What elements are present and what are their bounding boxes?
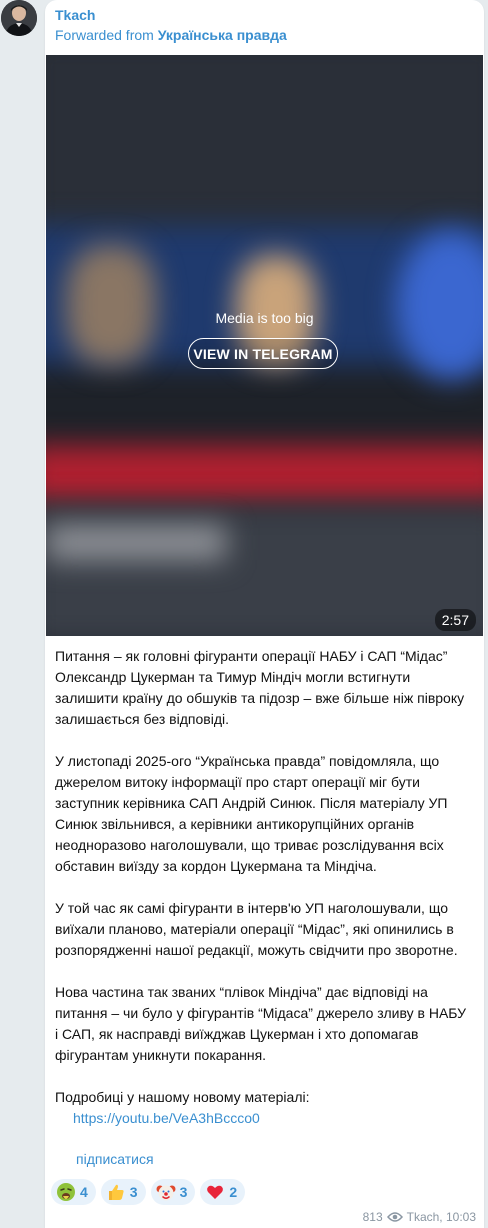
- blur-caption-box: [46, 525, 226, 560]
- link-line: https://youtu.be/VeA3hBccco0: [55, 1108, 473, 1129]
- video-duration: 2:57: [434, 609, 476, 631]
- eye-icon: [386, 1212, 403, 1222]
- red-heart-icon: [207, 1185, 224, 1199]
- paragraph-3: У той час як самі фігуранти в інтерв'ю У…: [55, 900, 458, 958]
- reaction-count: 4: [80, 1184, 88, 1200]
- forwarded-prefix: Forwarded from: [55, 27, 154, 43]
- paragraph-4: Нова частина так званих “плівок Міндіча”…: [55, 984, 467, 1063]
- reaction-count: 2: [229, 1184, 238, 1200]
- reactions-bar: 4 3 3 2: [51, 1179, 246, 1205]
- sender-name[interactable]: Tkach: [55, 7, 95, 23]
- avatar[interactable]: [1, 0, 37, 36]
- message-text: Питання – як головні фігуранти операції …: [55, 646, 473, 1129]
- reaction-count: 3: [129, 1184, 138, 1200]
- reaction-thumbs-up[interactable]: 3: [100, 1179, 146, 1205]
- view-count: 813: [362, 1210, 383, 1224]
- youtube-link[interactable]: https://youtu.be/VeA3hBccco0: [73, 1110, 260, 1126]
- reaction-clown[interactable]: 3: [150, 1179, 196, 1205]
- video-preview[interactable]: Media is too big VIEW IN TELEGRAM 2:57: [46, 55, 483, 636]
- forwarded-source[interactable]: Українська правда: [158, 27, 287, 43]
- paragraph-5: Подробиці у нашому новому матеріалі:: [55, 1089, 310, 1105]
- vomiting-face-icon: [57, 1183, 75, 1201]
- reaction-heart[interactable]: 2: [200, 1179, 246, 1205]
- thumbs-up-icon: [108, 1184, 124, 1200]
- view-in-telegram-button[interactable]: VIEW IN TELEGRAM: [188, 338, 338, 369]
- author-time: Tkach, 10:03: [406, 1210, 476, 1224]
- paragraph-2: У листопаді 2025-ого “Українська правда”…: [55, 753, 448, 874]
- subscribe-link[interactable]: підписатися: [76, 1151, 154, 1167]
- forwarded-header: Forwarded from Українська правда: [55, 27, 287, 43]
- clown-face-icon: [156, 1185, 176, 1201]
- message-meta: 813 Tkach, 10:03: [363, 1210, 476, 1224]
- reaction-count: 3: [179, 1184, 188, 1200]
- media-too-big-text: Media is too big: [215, 310, 314, 326]
- message-bubble: Tkach Forwarded from Українська правда M…: [45, 0, 484, 1228]
- avatar-image: [1, 0, 37, 36]
- blur-figure-left: [66, 245, 156, 365]
- blur-band-red: [46, 445, 483, 505]
- reaction-vomiting[interactable]: 4: [51, 1179, 96, 1205]
- paragraph-1: Питання – як головні фігуранти операції …: [55, 648, 465, 727]
